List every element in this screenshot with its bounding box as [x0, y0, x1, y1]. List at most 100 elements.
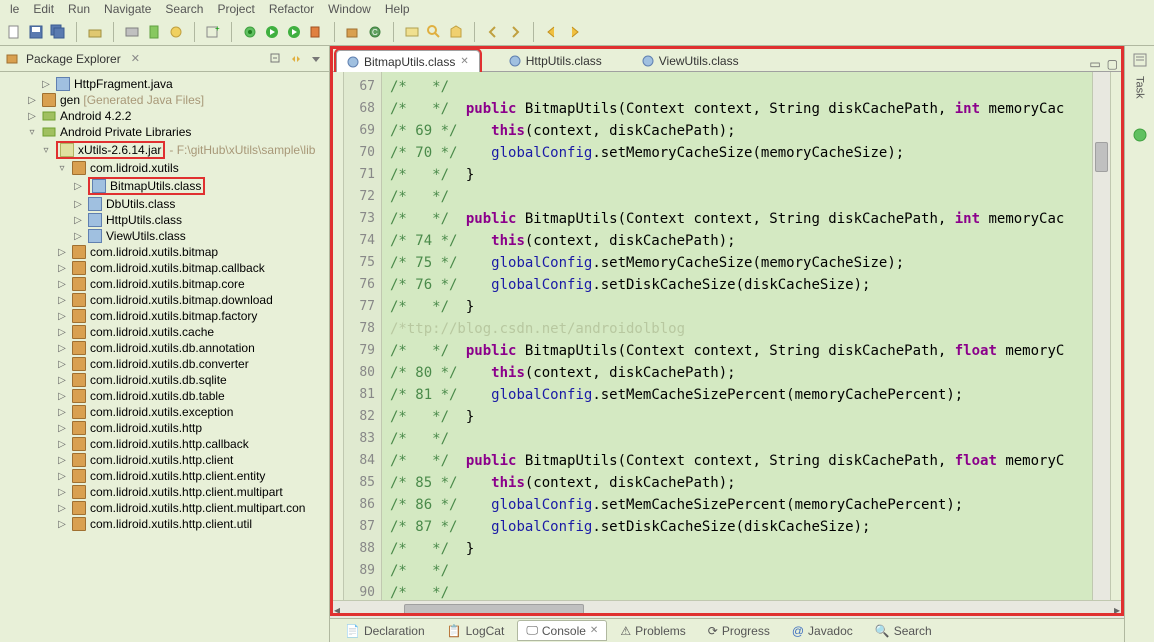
tree-jar[interactable]: xUtils-2.6.14.jar: [78, 143, 161, 157]
tree-package[interactable]: com.lidroid.xutils.bitmap.core: [90, 277, 245, 291]
menu-edit[interactable]: Edit: [33, 2, 54, 16]
tree-gen[interactable]: gen [Generated Java Files]: [60, 93, 204, 107]
search-icon[interactable]: [426, 24, 442, 40]
declaration-icon: 📄: [345, 624, 360, 638]
tab-httputils[interactable]: HttpUtils.class: [498, 49, 613, 71]
forward-icon[interactable]: [566, 24, 582, 40]
tree-package[interactable]: com.lidroid.xutils.http: [90, 421, 202, 435]
outline-icon[interactable]: [1132, 52, 1148, 68]
package-icon: [72, 517, 86, 531]
tab-declaration[interactable]: 📄Declaration: [336, 621, 434, 641]
new-project-icon[interactable]: +: [205, 24, 221, 40]
jar-icon: [60, 143, 74, 157]
tree-package[interactable]: com.lidroid.xutils.cache: [90, 325, 214, 339]
tree-android[interactable]: Android 4.2.2: [60, 109, 131, 123]
tab-logcat[interactable]: 📋LogCat: [438, 621, 514, 641]
menu-search[interactable]: Search: [165, 2, 203, 16]
tree-package[interactable]: com.lidroid.xutils.bitmap.callback: [90, 261, 265, 275]
menu-help[interactable]: Help: [385, 2, 410, 16]
menu-project[interactable]: Project: [217, 2, 254, 16]
task-list-tab[interactable]: Task: [1134, 76, 1146, 99]
tree-pkg-root[interactable]: com.lidroid.xutils: [90, 161, 179, 175]
menu-refactor[interactable]: Refactor: [269, 2, 314, 16]
run-last-icon[interactable]: [286, 24, 302, 40]
tab-console[interactable]: 🖵Console ✕: [517, 620, 607, 641]
close-tab-icon[interactable]: ✕: [460, 56, 468, 67]
lint-icon[interactable]: [168, 24, 184, 40]
link-editor-icon[interactable]: [289, 52, 303, 66]
tree-file[interactable]: HttpFragment.java: [74, 77, 173, 91]
close-view-icon[interactable]: ✕: [131, 52, 140, 65]
menu-run[interactable]: Run: [68, 2, 90, 16]
package-icon: [72, 341, 86, 355]
tab-bitmaputils[interactable]: BitmapUtils.class✕: [336, 50, 480, 72]
tab-viewutils[interactable]: ViewUtils.class: [631, 49, 750, 71]
view-menu-icon[interactable]: [309, 52, 323, 66]
tree-package[interactable]: com.lidroid.xutils.http.client: [90, 453, 233, 467]
annotate-icon[interactable]: [448, 24, 464, 40]
minimize-icon[interactable]: ▭: [1089, 57, 1100, 71]
vertical-scrollbar[interactable]: [1092, 72, 1110, 600]
tree-package[interactable]: com.lidroid.xutils.http.client.multipart…: [90, 501, 305, 515]
package-explorer-icon: [6, 52, 20, 66]
tree-httputils[interactable]: HttpUtils.class: [106, 213, 182, 227]
tree-package[interactable]: com.lidroid.xutils.http.callback: [90, 437, 249, 451]
tree-package[interactable]: com.lidroid.xutils.db.annotation: [90, 341, 255, 355]
new-class-icon[interactable]: C: [367, 24, 383, 40]
tab-problems[interactable]: ⚠Problems: [611, 621, 694, 641]
tree-package[interactable]: com.lidroid.xutils.bitmap: [90, 245, 218, 259]
package-explorer-panel: Package Explorer ✕ ▷HttpFragment.java ▷g…: [0, 46, 330, 642]
tree-package[interactable]: com.lidroid.xutils.db.converter: [90, 357, 249, 371]
tree-viewutils[interactable]: ViewUtils.class: [106, 229, 186, 243]
tree-package[interactable]: com.lidroid.xutils.bitmap.download: [90, 293, 273, 307]
tree-dbutils[interactable]: DbUtils.class: [106, 197, 175, 211]
sdk-icon[interactable]: [124, 24, 140, 40]
tab-javadoc[interactable]: @Javadoc: [783, 621, 862, 641]
code-editor[interactable]: 6768697071727374757677787980818283848586…: [330, 72, 1124, 600]
build-icon[interactable]: [87, 24, 103, 40]
tree-package[interactable]: com.lidroid.xutils.bitmap.factory: [90, 309, 257, 323]
save-all-icon[interactable]: [50, 24, 66, 40]
package-tree[interactable]: ▷HttpFragment.java ▷gen [Generated Java …: [0, 72, 329, 642]
open-type-icon[interactable]: [404, 24, 420, 40]
package-icon: [72, 293, 86, 307]
run-icon[interactable]: [264, 24, 280, 40]
package-icon: [72, 469, 86, 483]
avd-icon[interactable]: [146, 24, 162, 40]
new-package-icon[interactable]: [345, 24, 361, 40]
prev-edit-icon[interactable]: [485, 24, 501, 40]
overview-ruler[interactable]: [1110, 72, 1124, 600]
next-edit-icon[interactable]: [507, 24, 523, 40]
tree-bitmaputils[interactable]: BitmapUtils.class: [110, 179, 201, 193]
tree-package[interactable]: com.lidroid.xutils.http.client.util: [90, 517, 252, 531]
package-icon: [72, 277, 86, 291]
progress-icon: ⟳: [708, 624, 718, 638]
tree-package[interactable]: com.lidroid.xutils.db.table: [90, 389, 225, 403]
task-repo-icon[interactable]: [1132, 127, 1148, 143]
tree-package[interactable]: com.lidroid.xutils.http.client.entity: [90, 469, 265, 483]
horizontal-scrollbar[interactable]: ◂▸: [330, 600, 1124, 618]
class-icon: [642, 55, 654, 67]
tab-search[interactable]: 🔍Search: [866, 621, 941, 641]
code-content[interactable]: /* *//* */ public BitmapUtils(Context co…: [382, 72, 1092, 600]
package-icon: [72, 373, 86, 387]
tree-package[interactable]: com.lidroid.xutils.db.sqlite: [90, 373, 227, 387]
menu-navigate[interactable]: Navigate: [104, 2, 151, 16]
external-tools-icon[interactable]: [308, 24, 324, 40]
tree-package[interactable]: com.lidroid.xutils.http.client.multipart: [90, 485, 283, 499]
collapse-all-icon[interactable]: [269, 52, 283, 66]
tree-priv-libs[interactable]: Android Private Libraries: [60, 125, 191, 139]
maximize-icon[interactable]: ▢: [1107, 57, 1118, 71]
save-icon[interactable]: [28, 24, 44, 40]
back-icon[interactable]: [544, 24, 560, 40]
search-icon: 🔍: [875, 624, 890, 638]
tree-package[interactable]: com.lidroid.xutils.exception: [90, 405, 233, 419]
folding-gutter[interactable]: [330, 72, 344, 600]
debug-icon[interactable]: [242, 24, 258, 40]
menu-file[interactable]: le: [10, 2, 19, 16]
tab-progress[interactable]: ⟳Progress: [699, 621, 779, 641]
class-icon: [92, 179, 106, 193]
menu-window[interactable]: Window: [328, 2, 371, 16]
package-icon: [72, 437, 86, 451]
new-icon[interactable]: [6, 24, 22, 40]
